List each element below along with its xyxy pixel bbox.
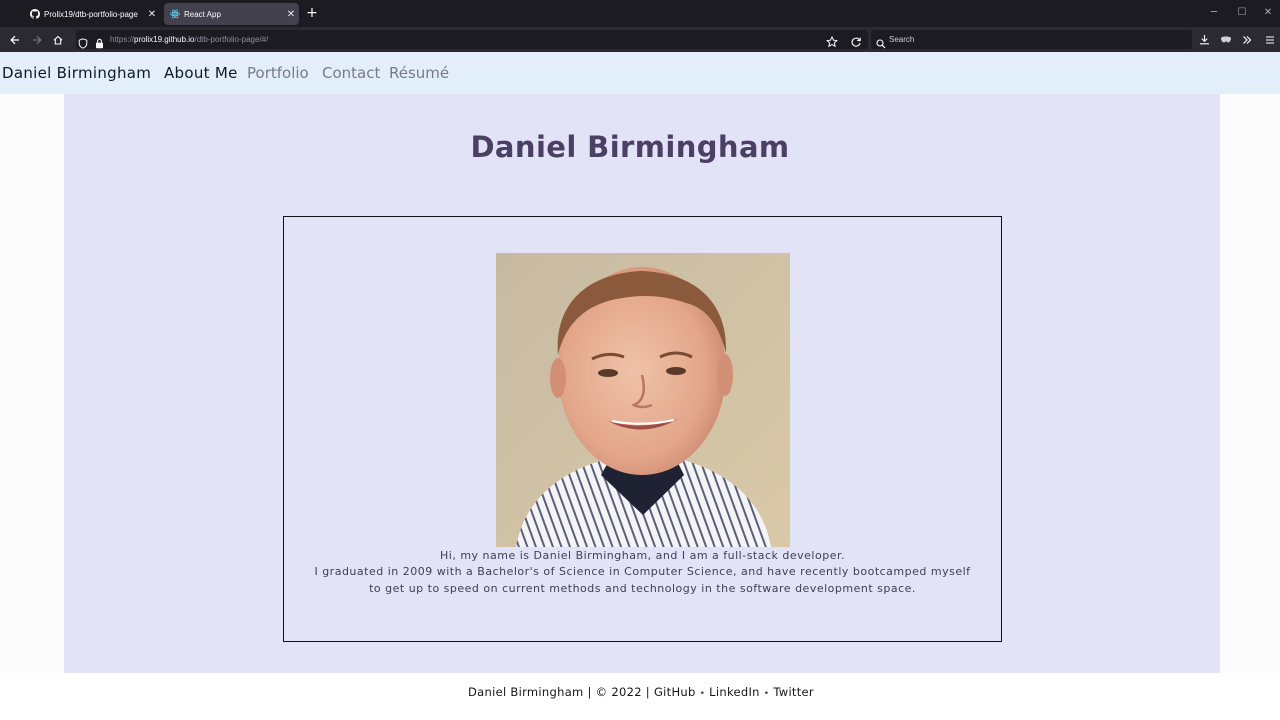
bio-line: Hi, my name is Daniel Birmingham, and I … bbox=[440, 549, 845, 562]
footer-line: Daniel Birmingham | © 2022 | GitHub • Li… bbox=[468, 685, 814, 699]
nav-link-resume[interactable]: Résumé bbox=[389, 52, 449, 95]
search-icon bbox=[876, 34, 886, 53]
footer-copyright: Daniel Birmingham | © 2022 | bbox=[468, 685, 650, 699]
browser-tab-github[interactable]: Prolix19/dtb-portfolio-page ✕ bbox=[24, 3, 160, 25]
url-path: /dtb-portfolio-page/#/ bbox=[194, 35, 269, 44]
nav-link-portfolio[interactable]: Portfolio bbox=[247, 52, 309, 95]
footer-link-github[interactable]: GitHub bbox=[654, 685, 696, 699]
tab-title: React App bbox=[184, 9, 221, 19]
new-tab-icon[interactable]: + bbox=[304, 5, 320, 21]
back-icon[interactable] bbox=[6, 31, 24, 48]
nav-link-about-me[interactable]: About Me bbox=[164, 52, 238, 95]
url-text[interactable]: https://prolix19.github.io/dtb-portfolio… bbox=[110, 30, 268, 49]
url-host: prolix19.github.io bbox=[134, 35, 195, 44]
bio-line: I graduated in 2009 with a Bachelor's of… bbox=[314, 565, 971, 579]
react-icon bbox=[170, 9, 180, 19]
search-placeholder: Search bbox=[889, 35, 915, 44]
tab-title: Prolix19/dtb-portfolio-page bbox=[44, 9, 138, 19]
github-icon bbox=[30, 9, 40, 19]
browser-tab-react-app[interactable]: React App ✕ bbox=[164, 3, 299, 25]
footer-separator: • bbox=[763, 689, 770, 699]
downloads-icon[interactable] bbox=[1195, 31, 1213, 48]
main-content: Daniel Birmingham Hi, my name is Daniel … bbox=[64, 94, 1220, 673]
profile-photo bbox=[496, 253, 790, 547]
home-icon[interactable] bbox=[49, 31, 67, 48]
close-tab-icon[interactable]: ✕ bbox=[144, 9, 160, 20]
site-navbar: Daniel Birmingham About Me Portfolio Con… bbox=[0, 52, 1280, 94]
address-bar[interactable]: https://prolix19.github.io/dtb-portfolio… bbox=[76, 30, 868, 49]
search-bar[interactable]: Search bbox=[871, 30, 1192, 49]
brand-link[interactable]: Daniel Birmingham bbox=[2, 52, 151, 95]
bio-text: Hi, my name is Daniel Birmingham, and I … bbox=[284, 548, 1001, 597]
browser-tab-bar: Prolix19/dtb-portfolio-page ✕ React App … bbox=[0, 0, 1280, 27]
close-tab-icon[interactable]: ✕ bbox=[283, 9, 299, 20]
hamburger-menu-icon[interactable] bbox=[1261, 31, 1279, 48]
forward-icon[interactable] bbox=[28, 31, 46, 48]
page-title: Daniel Birmingham bbox=[470, 130, 790, 164]
nav-link-contact[interactable]: Contact bbox=[322, 52, 380, 95]
about-me-section: Hi, my name is Daniel Birmingham, and I … bbox=[283, 216, 1002, 642]
overflow-chevron-icon[interactable] bbox=[1238, 31, 1256, 48]
minimize-icon[interactable]: ─ bbox=[1204, 4, 1224, 22]
shield-icon[interactable] bbox=[78, 34, 88, 53]
lock-icon[interactable] bbox=[95, 34, 104, 53]
footer-separator: • bbox=[699, 689, 706, 699]
browser-toolbar: https://prolix19.github.io/dtb-portfolio… bbox=[0, 27, 1280, 52]
footer-link-linkedin[interactable]: LinkedIn bbox=[709, 685, 760, 699]
bookmark-star-icon[interactable] bbox=[825, 33, 839, 52]
reload-icon[interactable] bbox=[850, 33, 862, 52]
footer-link-twitter[interactable]: Twitter bbox=[773, 685, 814, 699]
site-footer: Daniel Birmingham | © 2022 | GitHub • Li… bbox=[0, 673, 1280, 720]
maximize-icon[interactable]: ☐ bbox=[1232, 4, 1252, 22]
window-close-icon[interactable]: ✕ bbox=[1258, 4, 1278, 22]
url-prefix: https:// bbox=[110, 35, 135, 44]
bio-line: to get up to speed on current methods an… bbox=[369, 581, 916, 595]
private-mask-icon[interactable] bbox=[1217, 31, 1235, 48]
